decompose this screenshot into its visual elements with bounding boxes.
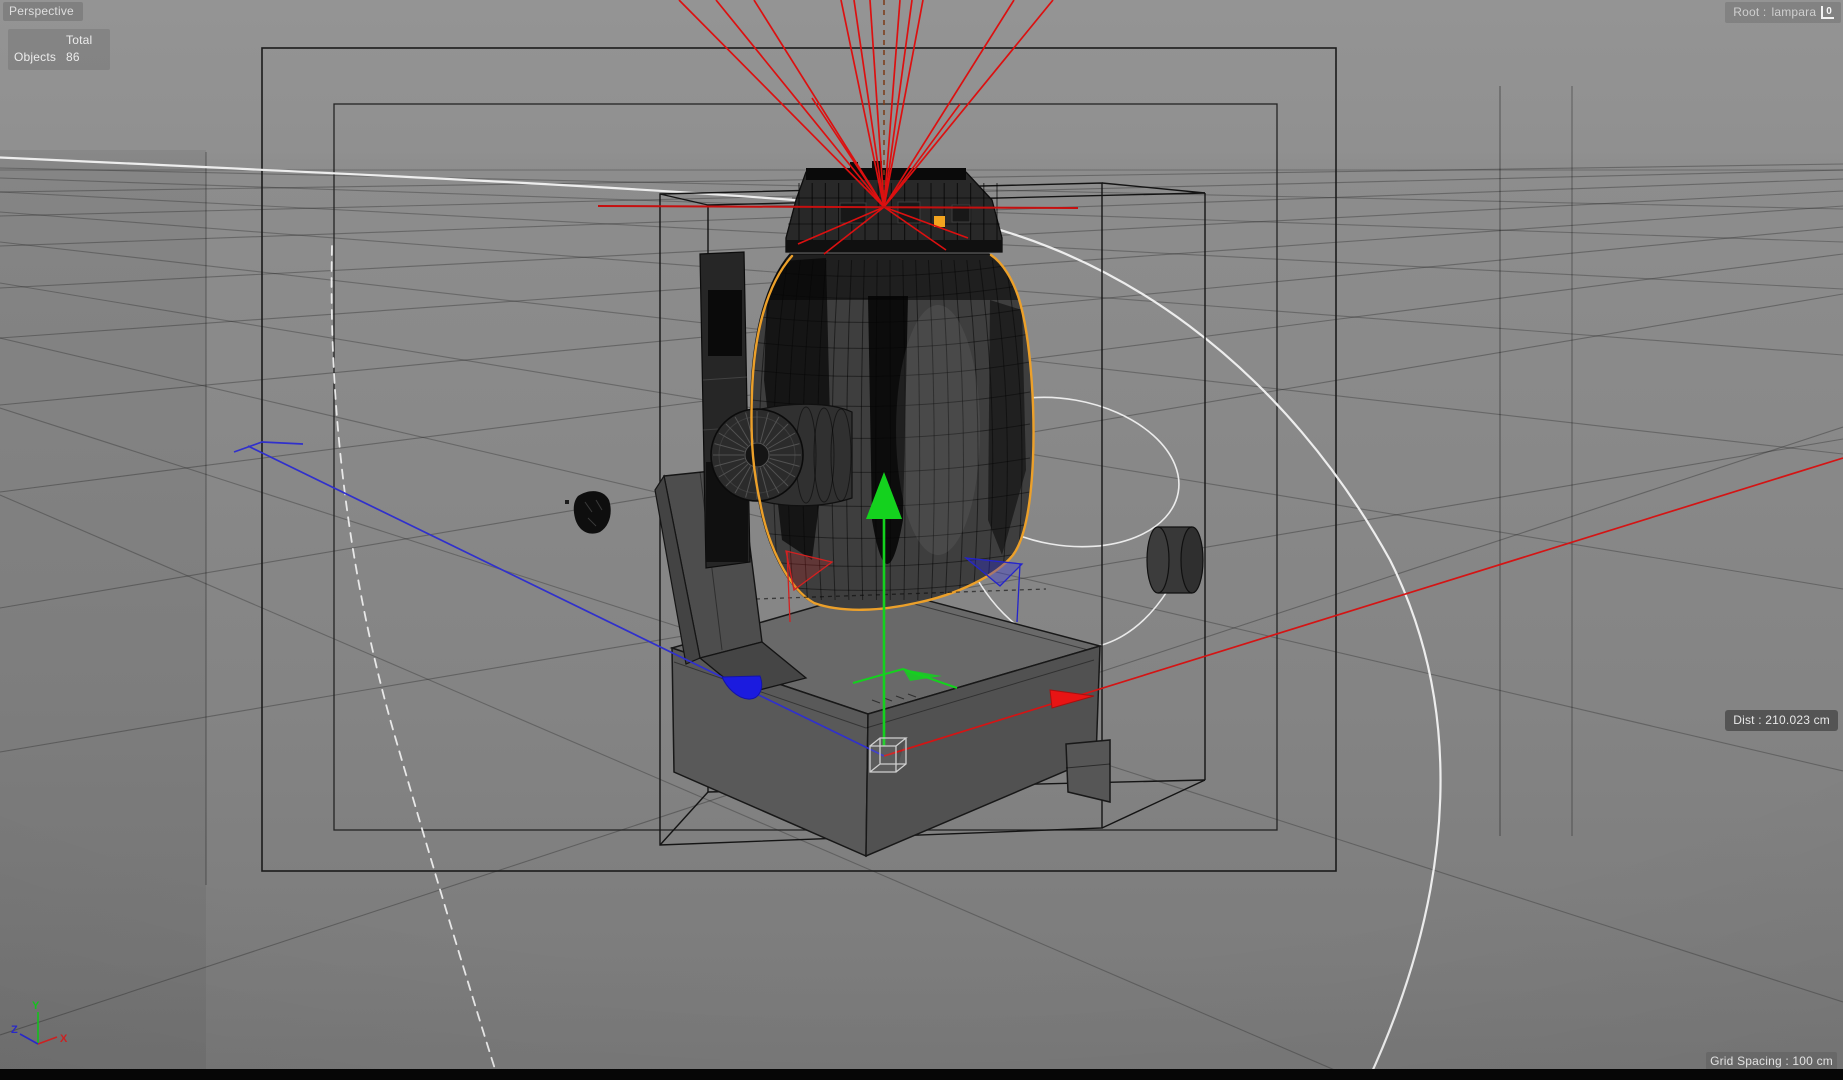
scene-stats-box: Total Objects 86: [8, 29, 110, 70]
distance-readout: Dist : 210.023 cm: [1725, 710, 1838, 731]
floating-blob-object[interactable]: [565, 491, 611, 534]
root-object-name: lampara: [1771, 5, 1817, 19]
axis-label-z: Z: [11, 1024, 18, 1036]
stats-objects-value: 86: [66, 50, 80, 64]
viewport-bottom-border: [0, 1069, 1843, 1080]
axis-label-y: Y: [32, 1000, 40, 1012]
viewport-3d[interactable]: Y X Z Perspective Total Objects 86 Root …: [0, 0, 1843, 1080]
view-mode-label[interactable]: Perspective: [3, 2, 83, 21]
head-side-knob[interactable]: [710, 403, 853, 507]
level-0-icon[interactable]: 0: [1821, 5, 1834, 19]
stats-row-objects: Objects 86: [12, 49, 106, 66]
root-path-label[interactable]: Root : lampara 0: [1725, 2, 1841, 23]
stats-header-row: Total: [12, 32, 106, 49]
root-prefix: Root :: [1733, 5, 1767, 19]
stats-header: Total: [66, 33, 93, 47]
stats-objects-label: Objects: [14, 50, 57, 64]
axis-label-x: X: [60, 1033, 68, 1045]
head-right-cylinder[interactable]: [1146, 526, 1204, 594]
scene-canvas[interactable]: Y X Z: [0, 0, 1843, 1080]
grid-spacing-readout: Grid Spacing : 100 cm: [1706, 1052, 1837, 1070]
